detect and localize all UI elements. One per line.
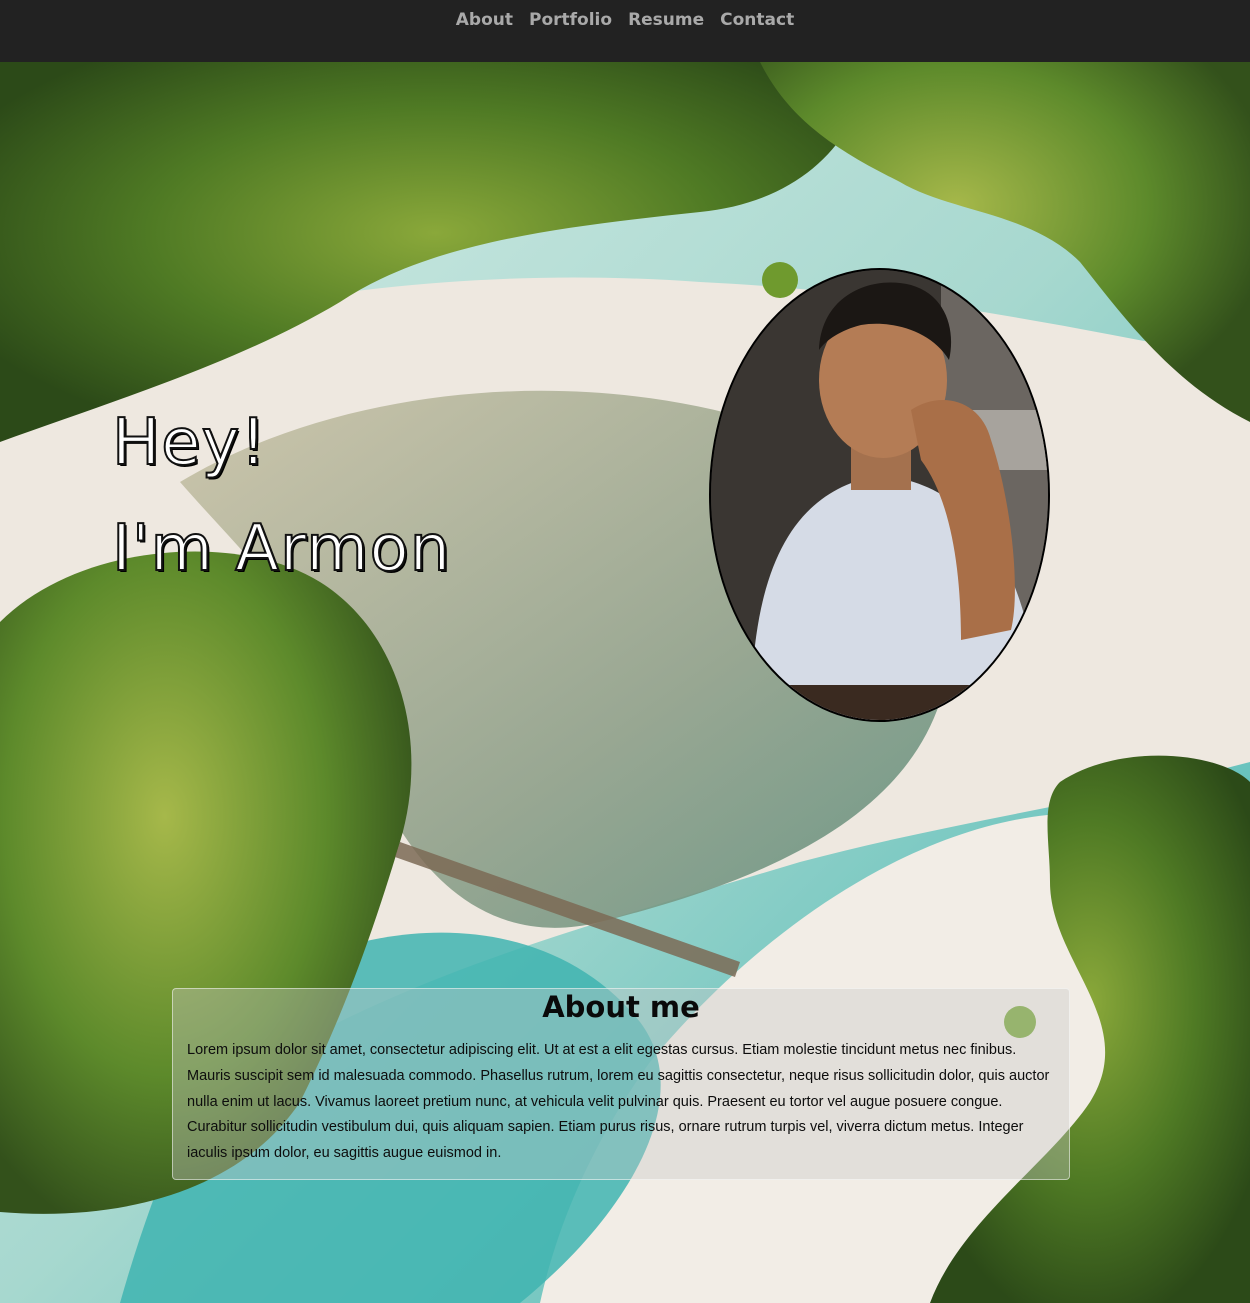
greeting-line-2: I'm Armon [111, 511, 452, 587]
nav-link-resume[interactable]: Resume [628, 10, 704, 30]
greeting-line-1: Hey! [111, 405, 268, 481]
top-navbar: About Portfolio Resume Contact [0, 0, 1250, 62]
about-title: About me [542, 990, 700, 1024]
nav-link-portfolio[interactable]: Portfolio [529, 10, 612, 30]
nav-link-about[interactable]: About [456, 10, 513, 30]
hero-greeting: Hey! I'm Armon [111, 390, 452, 602]
profile-photo [709, 268, 1050, 722]
about-card: About me Lorem ipsum dolor sit amet, con… [172, 988, 1070, 1180]
about-text: Lorem ipsum dolor sit amet, consectetur … [187, 1042, 1050, 1162]
nav-links: About Portfolio Resume Contact [0, 10, 1250, 30]
nav-link-contact[interactable]: Contact [720, 10, 794, 30]
